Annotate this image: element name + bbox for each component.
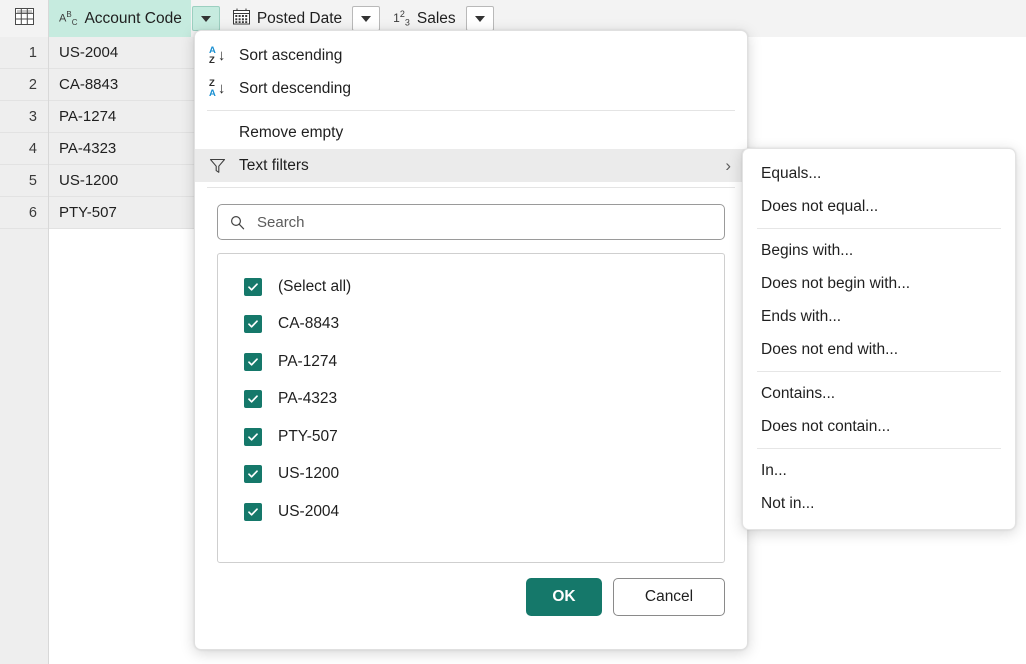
checkbox-checked-icon[interactable] — [244, 315, 262, 333]
row-number[interactable]: 4 — [0, 133, 48, 165]
row-number-filler — [0, 229, 48, 261]
row-number[interactable]: 5 — [0, 165, 48, 197]
filter-value-list[interactable]: (Select all) CA-8843 PA-1274 PA-4323 PTY… — [217, 253, 725, 563]
number-icon: 123 — [393, 10, 410, 27]
table-row[interactable]: PA-4323 — [49, 133, 206, 165]
list-item-label: PA-1274 — [278, 353, 337, 371]
submenu-item-contains[interactable]: Contains... — [743, 377, 1015, 410]
column-filter-dropdown-posted-date[interactable] — [352, 6, 380, 31]
checkbox-checked-icon[interactable] — [244, 465, 262, 483]
list-item-label: US-1200 — [278, 465, 339, 483]
list-item[interactable]: CA-8843 — [218, 306, 724, 344]
column-filter-dropdown-sales[interactable] — [466, 6, 494, 31]
submenu-item-does-not-begin-with[interactable]: Does not begin with... — [743, 267, 1015, 300]
chevron-right-icon: › — [725, 157, 731, 174]
chevron-down-icon — [475, 16, 485, 22]
row-number[interactable]: 3 — [0, 101, 48, 133]
checkbox-checked-icon[interactable] — [244, 503, 262, 521]
list-item-label: CA-8843 — [278, 315, 339, 333]
checkbox-checked-icon[interactable] — [244, 278, 262, 296]
row-number[interactable]: 6 — [0, 197, 48, 229]
list-item[interactable]: US-1200 — [218, 456, 724, 494]
cancel-button[interactable]: Cancel — [613, 578, 725, 616]
checkbox-checked-icon[interactable] — [244, 353, 262, 371]
submenu-item-does-not-contain[interactable]: Does not contain... — [743, 410, 1015, 443]
table-row[interactable]: PA-1274 — [49, 101, 206, 133]
menu-item-sort-ascending[interactable]: AZ ↓ Sort ascending — [195, 39, 747, 72]
menu-divider — [207, 110, 735, 111]
row-number[interactable]: 2 — [0, 69, 48, 101]
menu-item-label: Remove empty — [239, 124, 343, 142]
column-title: Account Code — [84, 10, 181, 28]
chevron-down-icon — [361, 16, 371, 22]
submenu-item-not-in[interactable]: Not in... — [743, 487, 1015, 520]
submenu-item-does-not-end-with[interactable]: Does not end with... — [743, 333, 1015, 366]
chevron-down-icon — [201, 16, 211, 22]
text-filters-submenu: Equals... Does not equal... Begins with.… — [742, 148, 1016, 530]
submenu-item-in[interactable]: In... — [743, 454, 1015, 487]
list-item-label: PTY-507 — [278, 428, 338, 446]
column-filter-dropdown-account-code[interactable] — [192, 6, 220, 31]
search-input[interactable] — [255, 213, 712, 232]
column-filter-panel: AZ ↓ Sort ascending ZA ↓ Sort descending… — [194, 30, 748, 650]
table-row[interactable]: PTY-507 — [49, 197, 206, 229]
row-number-column: 1 2 3 4 5 6 — [0, 37, 49, 664]
menu-item-label: Text filters — [239, 157, 309, 175]
search-icon — [230, 215, 245, 230]
menu-item-text-filters[interactable]: Text filters › — [195, 149, 747, 182]
list-item-label: PA-4323 — [278, 390, 337, 408]
list-item[interactable]: PA-4323 — [218, 381, 724, 419]
search-container — [217, 204, 725, 240]
table-row[interactable]: US-1200 — [49, 165, 206, 197]
sort-descending-icon: ZA ↓ — [209, 79, 239, 98]
filter-panel-actions: OK Cancel — [526, 578, 725, 616]
column-title: Sales — [417, 10, 456, 28]
select-all-corner-button[interactable] — [0, 0, 49, 37]
checkbox-checked-icon[interactable] — [244, 390, 262, 408]
table-row[interactable]: US-2004 — [49, 37, 206, 69]
column-title: Posted Date — [257, 10, 342, 28]
list-item-label: (Select all) — [278, 278, 351, 296]
submenu-divider — [757, 448, 1001, 449]
search-box[interactable] — [217, 204, 725, 240]
calendar-icon — [233, 8, 250, 29]
menu-divider — [207, 187, 735, 188]
column-header-label-zone[interactable]: ABC Account Code — [49, 0, 191, 37]
list-item-label: US-2004 — [278, 503, 339, 521]
table-row[interactable]: CA-8843 — [49, 69, 206, 101]
list-item[interactable]: PA-1274 — [218, 343, 724, 381]
menu-item-remove-empty[interactable]: Remove empty — [195, 116, 747, 149]
row-number[interactable]: 1 — [0, 37, 48, 69]
menu-item-label: Sort ascending — [239, 47, 342, 65]
sort-ascending-icon: AZ ↓ — [209, 46, 239, 65]
submenu-item-ends-with[interactable]: Ends with... — [743, 300, 1015, 333]
table-icon — [15, 8, 34, 29]
funnel-icon — [209, 158, 239, 174]
submenu-divider — [757, 371, 1001, 372]
submenu-item-equals[interactable]: Equals... — [743, 157, 1015, 190]
list-item[interactable]: US-2004 — [218, 493, 724, 531]
abc-icon: ABC — [59, 11, 77, 27]
checkbox-checked-icon[interactable] — [244, 428, 262, 446]
ok-button[interactable]: OK — [526, 578, 602, 616]
submenu-divider — [757, 228, 1001, 229]
menu-item-label: Sort descending — [239, 80, 351, 98]
submenu-item-does-not-equal[interactable]: Does not equal... — [743, 190, 1015, 223]
list-item[interactable]: (Select all) — [218, 268, 724, 306]
list-item[interactable]: PTY-507 — [218, 418, 724, 456]
submenu-item-begins-with[interactable]: Begins with... — [743, 234, 1015, 267]
menu-item-sort-descending[interactable]: ZA ↓ Sort descending — [195, 72, 747, 105]
